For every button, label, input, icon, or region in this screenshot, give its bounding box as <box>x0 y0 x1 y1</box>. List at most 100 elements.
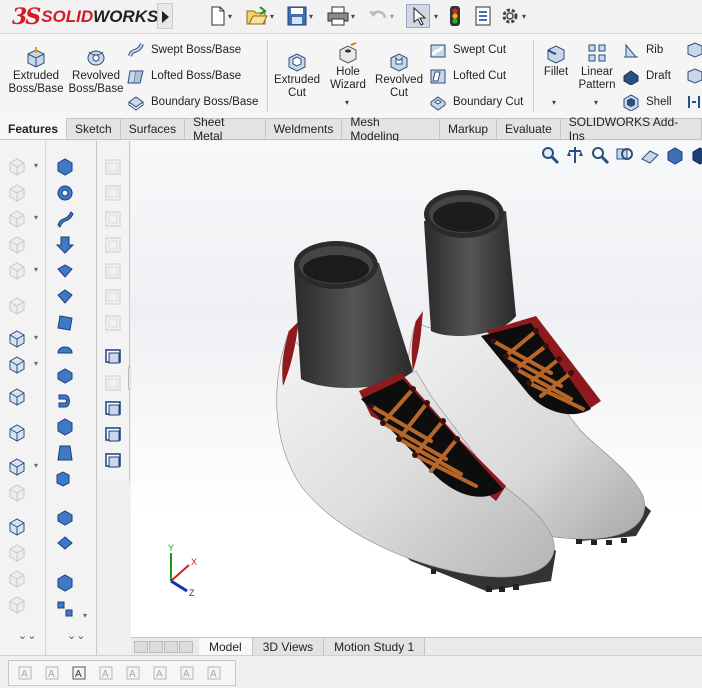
toolbar-dropdown[interactable]: ▾ <box>34 461 38 470</box>
view-front-icon[interactable] <box>103 157 123 177</box>
paperclip-icon[interactable] <box>7 183 27 203</box>
move-face-icon[interactable] <box>55 443 75 463</box>
pattern-feature-icon[interactable] <box>55 599 75 619</box>
copy-view-icon[interactable] <box>103 425 123 445</box>
fillet-button[interactable]: Fillet <box>538 42 574 79</box>
shoe-model[interactable]: Y X Z <box>131 141 702 637</box>
select-button[interactable] <box>406 4 430 28</box>
expand-toolbar-icon[interactable]: ⌄⌄ <box>18 629 36 642</box>
mirror-icon[interactable] <box>686 93 702 111</box>
view-right-icon[interactable] <box>103 235 123 255</box>
swept-cut-button[interactable]: Swept Cut <box>429 39 506 61</box>
delete-body-icon[interactable] <box>55 417 75 437</box>
sketch-entity-icon[interactable] <box>7 209 27 229</box>
flex-feature-icon[interactable] <box>55 365 75 385</box>
wrap-feature-icon[interactable] <box>55 507 75 527</box>
tab-solidworks-add-ins[interactable]: SOLIDWORKS Add-Ins <box>560 115 702 143</box>
tab-weldments[interactable]: Weldments <box>265 118 343 139</box>
draft-button[interactable]: Draft <box>622 65 671 87</box>
boundary-boss-button[interactable]: Boundary Boss/Base <box>127 91 258 113</box>
curves-icon[interactable] <box>7 355 27 375</box>
swept-boss-button[interactable]: Swept Boss/Base <box>127 39 241 61</box>
new-document-button[interactable]: ▾ <box>210 5 232 27</box>
reference-icon[interactable] <box>7 296 27 316</box>
lofted-cut-button[interactable]: Lofted Cut <box>429 65 506 87</box>
hole-wizard-dropdown[interactable]: ▾ <box>345 98 349 107</box>
linear-pattern-button[interactable]: Linear Pattern <box>576 42 618 92</box>
menu-expand-arrow[interactable] <box>157 3 173 29</box>
datum-feature-icon[interactable]: A <box>179 664 197 682</box>
boundary-cut-button[interactable]: Boundary Cut <box>429 91 523 113</box>
view-top-icon[interactable] <box>103 261 123 281</box>
print-button[interactable]: ▾ <box>327 5 355 27</box>
fillet-dropdown[interactable]: ▾ <box>552 98 556 107</box>
bottom-tab-3d-views[interactable]: 3D Views <box>252 638 325 655</box>
extruded-boss-button[interactable]: Extruded Boss/Base <box>8 46 64 96</box>
section-view-icon[interactable] <box>640 145 660 165</box>
rebuild-button[interactable] <box>448 5 462 27</box>
tab-surfaces[interactable]: Surfaces <box>120 118 186 139</box>
split-feature-icon[interactable] <box>55 287 75 307</box>
view-orientation-icon[interactable] <box>665 145 685 165</box>
tab-sketch[interactable]: Sketch <box>67 118 121 139</box>
shell-button[interactable]: Shell <box>622 91 672 113</box>
datum-target-icon[interactable]: A <box>206 664 224 682</box>
components-icon[interactable] <box>7 569 27 589</box>
sweep-feature-icon[interactable] <box>55 209 75 229</box>
bom-icon[interactable] <box>7 595 27 615</box>
note-icon[interactable]: A <box>17 664 35 682</box>
dome-feature-icon[interactable] <box>55 339 75 359</box>
revolved-cut-button[interactable]: Revolved Cut <box>374 50 424 100</box>
sensor-icon[interactable] <box>7 483 27 503</box>
pipe-feature-icon[interactable] <box>55 391 75 411</box>
select-dropdown[interactable]: ▾ <box>432 5 438 27</box>
geometric-tolerance-icon[interactable]: A <box>152 664 170 682</box>
balance-icon[interactable] <box>565 145 585 165</box>
reference-geometry-icon[interactable] <box>7 329 27 349</box>
toolbar-dropdown[interactable]: ▾ <box>34 161 38 170</box>
lofted-boss-button[interactable]: Lofted Boss/Base <box>127 65 241 87</box>
down-arrow-feature-icon[interactable] <box>55 235 75 255</box>
display-style-icon[interactable] <box>690 145 702 165</box>
extruded-cut-button[interactable]: Extruded Cut <box>272 50 322 100</box>
bottom-tab-model[interactable]: Model <box>199 638 253 655</box>
tab-mesh-modeling[interactable]: Mesh Modeling <box>342 115 441 143</box>
revolved-boss-button[interactable]: Revolved Boss/Base <box>68 46 124 96</box>
file-properties-button[interactable] <box>474 5 492 27</box>
instant3d-icon[interactable] <box>7 387 27 407</box>
assembly-icon[interactable] <box>7 517 27 537</box>
loft-feature-icon[interactable] <box>55 261 75 281</box>
toolbar-dropdown[interactable]: ▾ <box>34 333 38 342</box>
view-left-icon[interactable] <box>103 209 123 229</box>
linear-pattern-dropdown[interactable]: ▾ <box>594 98 598 107</box>
rib-button[interactable]: Rib <box>622 39 663 61</box>
tab-evaluate[interactable]: Evaluate <box>497 118 561 139</box>
expand-toolbar-icon[interactable]: ⌄⌄ <box>67 629 85 642</box>
weld-symbol-icon[interactable]: A <box>125 664 143 682</box>
sketch-tool-icon[interactable] <box>7 157 27 177</box>
view-bottom-icon[interactable] <box>103 287 123 307</box>
tab-features[interactable]: Features <box>0 118 68 139</box>
view-iso-icon[interactable] <box>103 313 123 333</box>
measure-icon[interactable] <box>7 457 27 477</box>
bottom-tab-motion-study-1[interactable]: Motion Study 1 <box>324 638 426 655</box>
tab-sheet-metal[interactable]: Sheet Metal <box>185 115 266 143</box>
solidworks-logo[interactable]: 3S SOLIDWORKS <box>12 4 158 30</box>
display-pane-icon[interactable] <box>103 399 123 419</box>
hole-wizard-button[interactable]: Hole Wizard <box>325 42 371 92</box>
auto-balloon-icon[interactable]: A <box>71 664 89 682</box>
previous-view-icon[interactable] <box>615 145 635 165</box>
view-back-icon[interactable] <box>103 183 123 203</box>
paste-view-icon[interactable] <box>103 451 123 471</box>
graphics-area[interactable]: Y X Z <box>131 141 702 637</box>
open-button[interactable]: ▾ <box>246 5 274 27</box>
dimension-feature-icon[interactable] <box>55 533 75 553</box>
undo-button[interactable]: ▾ <box>368 5 394 27</box>
mate-icon[interactable] <box>7 543 27 563</box>
tab-scroll-arrows[interactable] <box>131 638 199 655</box>
table-icon[interactable] <box>7 423 27 443</box>
save-button[interactable]: ▾ <box>287 5 313 27</box>
toolbar-dropdown[interactable]: ▾ <box>34 213 38 222</box>
sketch-block-icon[interactable] <box>7 261 27 281</box>
plane-feature-icon[interactable] <box>55 313 75 333</box>
